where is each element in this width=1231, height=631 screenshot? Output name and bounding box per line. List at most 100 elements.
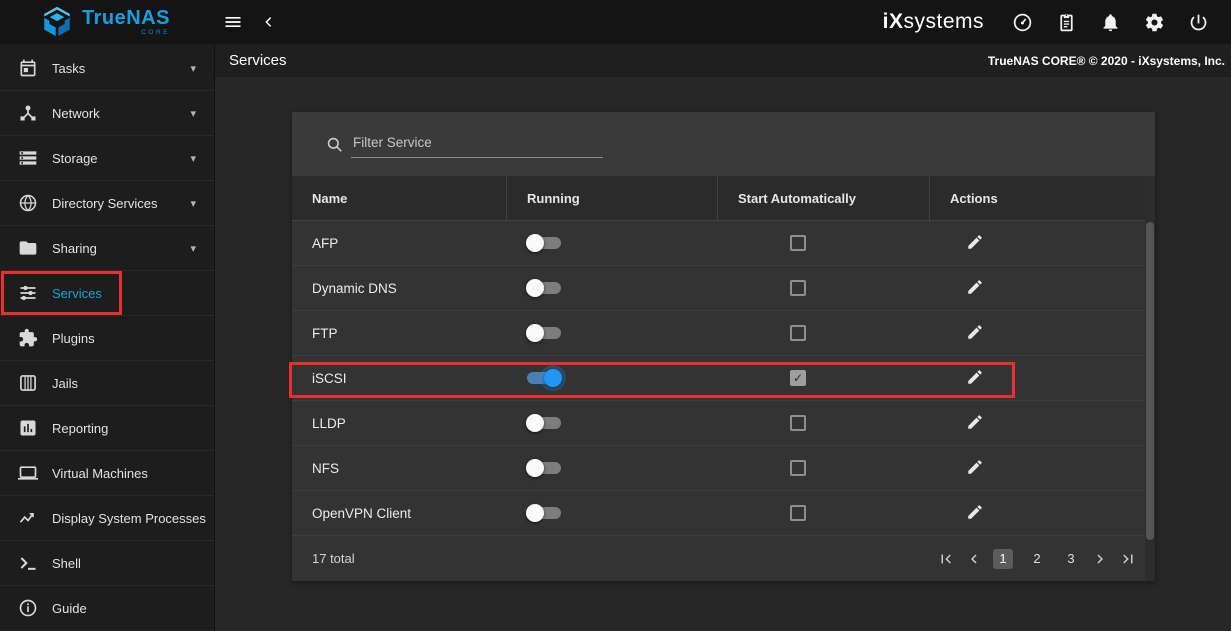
start-automatically-checkbox-ftp[interactable] (790, 325, 806, 341)
sidebar-item-shell[interactable]: Shell (0, 541, 214, 586)
brand-sub: CORE (141, 30, 170, 37)
brand-name: TrueNAS (82, 8, 170, 28)
last-page-icon[interactable] (1119, 550, 1137, 568)
running-toggle-dynamic-dns[interactable] (527, 278, 561, 298)
page-numbers: 123 (993, 549, 1081, 569)
edit-pencil-icon-afp[interactable] (964, 232, 986, 254)
edit-pencil-icon-dynamic-dns[interactable] (964, 277, 986, 299)
start-automatically-checkbox-openvpn-client[interactable] (790, 505, 806, 521)
sidebar-item-label: Jails (52, 376, 196, 391)
sidebar-item-directory-services[interactable]: Directory Services▾ (0, 181, 214, 226)
sidebar-item-label: Tasks (52, 61, 190, 76)
start-automatically-checkbox-nfs[interactable] (790, 460, 806, 476)
services-card: Name Running Start Automatically Actions… (292, 112, 1155, 581)
running-cell (507, 311, 718, 355)
table-row-openvpn-client: OpenVPN Client (292, 491, 1155, 536)
table-body: AFPDynamic DNSFTPiSCSI✓LLDPNFSOpenVPN Cl… (292, 221, 1155, 536)
running-toggle-afp[interactable] (527, 233, 561, 253)
scrollbar-track[interactable] (1145, 176, 1155, 581)
notifications-bell-icon[interactable] (1100, 12, 1121, 33)
column-header-name: Name (292, 176, 507, 220)
storage-icon (18, 148, 38, 168)
page-number-2[interactable]: 2 (1027, 549, 1047, 569)
truenas-app: TrueNAS CORE iXsystems Tasks▾Network▾Sto… (0, 0, 1231, 631)
sidebar-item-display-system-processes[interactable]: Display System Processes (0, 496, 214, 541)
settings-gear-icon[interactable] (1144, 12, 1165, 33)
service-name: NFS (312, 461, 339, 476)
collapse-chevron-left-icon[interactable] (251, 4, 287, 40)
hamburger-menu-icon[interactable] (215, 4, 251, 40)
service-name-cell: LLDP (292, 401, 507, 445)
chevron-down-icon: ▾ (190, 197, 196, 210)
first-page-icon[interactable] (937, 550, 955, 568)
start-automatically-cell (718, 401, 930, 445)
start-automatically-checkbox-lldp[interactable] (790, 415, 806, 431)
running-toggle-lldp[interactable] (527, 413, 561, 433)
sidebar-item-sharing[interactable]: Sharing▾ (0, 226, 214, 271)
monitor-icon (18, 463, 38, 483)
sidebar-item-label: Guide (52, 601, 196, 616)
previous-page-icon[interactable] (965, 550, 983, 568)
service-name-cell: Dynamic DNS (292, 266, 507, 310)
power-icon[interactable] (1188, 12, 1209, 33)
sidebar-item-guide[interactable]: Guide (0, 586, 214, 631)
service-name-cell: iSCSI (292, 356, 507, 400)
start-automatically-cell (718, 446, 930, 490)
start-automatically-cell: ✓ (718, 356, 930, 400)
page-title: Services (229, 52, 287, 69)
puzzle-icon (18, 328, 38, 348)
edit-pencil-icon-iscsi[interactable] (964, 367, 986, 389)
start-automatically-checkbox-dynamic-dns[interactable] (790, 280, 806, 296)
start-automatically-checkbox-iscsi[interactable]: ✓ (790, 370, 806, 386)
edit-pencil-icon-lldp[interactable] (964, 412, 986, 434)
running-cell (507, 401, 718, 445)
ixsystems-logo: iXsystems (883, 10, 984, 34)
service-name-cell: OpenVPN Client (292, 491, 507, 535)
actions-cell (930, 266, 1155, 310)
sidebar-item-plugins[interactable]: Plugins (0, 316, 214, 361)
service-name-cell: NFS (292, 446, 507, 490)
sidebar-item-label: Network (52, 106, 190, 121)
sidebar-item-jails[interactable]: Jails (0, 361, 214, 406)
sidebar-item-label: Display System Processes (52, 511, 206, 526)
sidebar-item-virtual-machines[interactable]: Virtual Machines (0, 451, 214, 496)
chevron-down-icon: ▾ (190, 62, 196, 75)
running-toggle-iscsi[interactable] (527, 368, 561, 388)
sidebar-item-label: Reporting (52, 421, 196, 436)
chevron-down-icon: ▾ (190, 242, 196, 255)
start-automatically-checkbox-afp[interactable] (790, 235, 806, 251)
start-automatically-cell (718, 266, 930, 310)
edit-pencil-icon-nfs[interactable] (964, 457, 986, 479)
running-toggle-openvpn-client[interactable] (527, 503, 561, 523)
truecommand-status-icon[interactable] (1012, 12, 1033, 33)
scrollbar-thumb[interactable] (1146, 222, 1154, 540)
edit-pencil-icon-openvpn-client[interactable] (964, 502, 986, 524)
filter-service-input[interactable] (351, 131, 603, 158)
sidebar-item-network[interactable]: Network▾ (0, 91, 214, 136)
running-toggle-ftp[interactable] (527, 323, 561, 343)
actions-cell (930, 311, 1155, 355)
calendar-icon (18, 58, 38, 78)
start-automatically-cell (718, 311, 930, 355)
table-row-dynamic-dns: Dynamic DNS (292, 266, 1155, 311)
edit-pencil-icon-ftp[interactable] (964, 322, 986, 344)
sidebar-item-tasks[interactable]: Tasks▾ (0, 46, 214, 91)
page-number-1[interactable]: 1 (993, 549, 1013, 569)
info-icon (18, 598, 38, 618)
service-name: iSCSI (312, 371, 347, 386)
sidebar-item-label: Sharing (52, 241, 190, 256)
jobs-clipboard-icon[interactable] (1056, 12, 1077, 33)
next-page-icon[interactable] (1091, 550, 1109, 568)
truenas-brand: TrueNAS CORE (0, 5, 215, 39)
sidebar-item-storage[interactable]: Storage▾ (0, 136, 214, 181)
actions-cell (930, 491, 1155, 535)
table-header: Name Running Start Automatically Actions (292, 176, 1155, 221)
sidebar-item-label: Storage (52, 151, 190, 166)
sidebar-item-services[interactable]: Services (0, 271, 214, 316)
page-number-3[interactable]: 3 (1061, 549, 1081, 569)
truenas-logo-icon (40, 5, 74, 39)
service-name: OpenVPN Client (312, 506, 411, 521)
running-toggle-nfs[interactable] (527, 458, 561, 478)
actions-cell (930, 356, 1155, 400)
sidebar-item-reporting[interactable]: Reporting (0, 406, 214, 451)
